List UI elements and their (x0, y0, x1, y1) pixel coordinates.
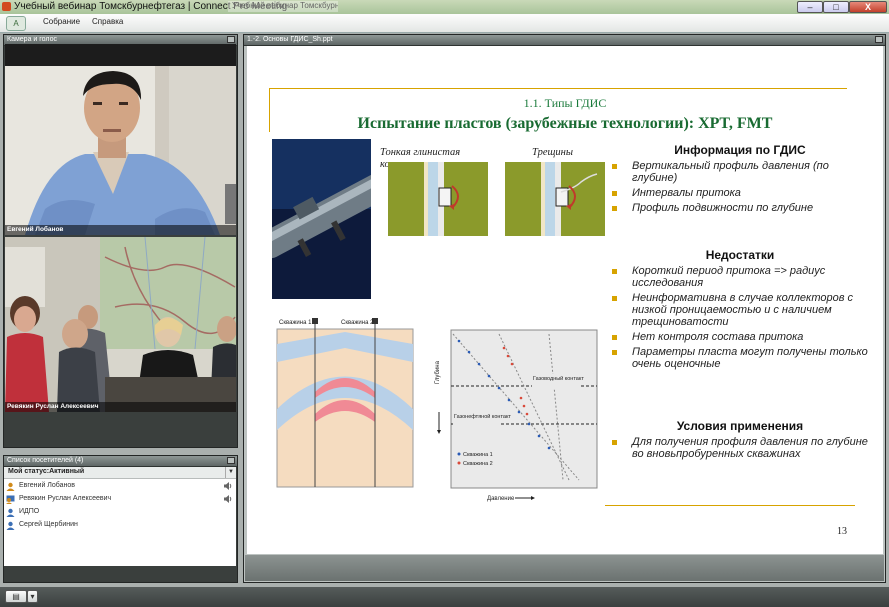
connect-logo-icon[interactable]: A (6, 16, 26, 31)
window-titlebar: Учебный вебинар Томскбурнефтегаз | Conne… (0, 0, 889, 15)
layout-icon[interactable]: ▤ (5, 590, 27, 603)
pod-options-icon[interactable] (227, 457, 235, 464)
video-frame-2 (5, 237, 236, 412)
pod-header: 1.-2. Основы ГДИС_Sh.ppt (244, 35, 885, 46)
background-tab[interactable]: Учебный вебинар Томскбурнефтегаз (228, 1, 338, 12)
bullet-item: Интервалы притока (605, 187, 875, 199)
well-label: Скважина 2 (341, 320, 374, 326)
bullet-item: Нет контроля состава притока (605, 331, 875, 343)
participant-icon (6, 508, 15, 517)
participant-icon (6, 521, 15, 530)
bullet-item: Неинформативна в случае коллекторов с ни… (605, 292, 875, 328)
slide-subtitle: 1.1. Типы ГДИС (523, 96, 607, 110)
bullet-item: Для получения профиля давления по глубин… (605, 436, 875, 460)
menu-item-help[interactable]: Справка (92, 17, 123, 26)
share-controls-bar (245, 555, 884, 581)
legend-entry: Скважина 1 (463, 452, 493, 458)
fractures-schematic (505, 162, 605, 236)
mudcake-schematic (388, 162, 488, 236)
speaker-icon (224, 495, 232, 503)
bottom-toolbar: ▤ ▾ (0, 587, 889, 607)
maximize-button[interactable]: □ (823, 1, 849, 13)
video-name-bar: Ревякин Руслан Алексеевич (5, 402, 236, 412)
conditions-section: Условия применения Для получения профиля… (605, 419, 875, 463)
presenter-icon (6, 495, 15, 504)
bullet-item: Вертикальный профиль давления (по глубин… (605, 160, 875, 184)
chevron-down-icon[interactable]: ▾ (27, 590, 38, 603)
bullet-item: Короткий период притока => радиус исслед… (605, 265, 875, 289)
attendee-name: Сергей Щербинин (19, 521, 78, 528)
video-feed-1: Евгений Лобанов (5, 44, 236, 235)
slide-title: Испытание пластов (зарубежные технологии… (357, 115, 773, 132)
slide-bottom-rule (605, 505, 855, 506)
attendee-name: Евгений Лобанов (19, 482, 76, 489)
menu-item-meeting[interactable]: Собрание (43, 17, 80, 26)
geological-section-diagram: Скважина 1 Скважина 2 (276, 318, 414, 488)
close-button[interactable]: X (849, 1, 887, 13)
y-axis-label: Глубина (435, 360, 441, 384)
pressure-depth-plot: Газоводный контакт Газонефтяной контакт … (435, 329, 598, 502)
attendee-row[interactable]: ИДПО (4, 506, 236, 519)
video-name-label: Евгений Лобанов (7, 226, 64, 233)
gas-water-contact-label: Газоводный контакт (533, 375, 584, 382)
speaker-icon (224, 482, 232, 490)
x-axis-label: Давление (487, 496, 515, 502)
gas-oil-contact-label: Газонефтяной контакт (454, 413, 511, 420)
bullet-item: Параметры пласта могут получены только о… (605, 346, 875, 370)
well-label: Скважина 1 (279, 320, 312, 326)
attendee-row[interactable]: Сергей Щербинин (4, 519, 236, 532)
video-feed-2: Ревякин Руслан Алексеевич (5, 237, 236, 412)
pod-title: Список посетителей (4) (7, 457, 84, 464)
section-heading: Информация по ГДИС (674, 143, 806, 157)
camera-voice-pod: Камера и голос Евгений Лобанов Ревякин Р… (3, 34, 238, 448)
fractures-caption: Трещины (532, 147, 573, 158)
drawbacks-section: Недостатки Короткий период притока => ра… (605, 248, 875, 373)
pod-title: 1.-2. Основы ГДИС_Sh.ppt (247, 36, 333, 43)
video-frame-1 (5, 66, 236, 235)
pod-title: Камера и голос (7, 36, 57, 43)
attendee-list: Мой статус:Активный ▼ Евгений Лобанов Ре… (4, 467, 236, 566)
section-heading: Условия применения (676, 419, 804, 433)
attendee-name: ИДПО (19, 508, 40, 515)
chevron-down-icon[interactable]: ▼ (225, 467, 236, 478)
my-status-label: Мой статус:Активный (8, 468, 85, 475)
presentation-slide: 1.1. Типы ГДИС Испытание пластов (зарубе… (247, 46, 883, 554)
bullet-item: Профиль подвижности по глубине (605, 202, 875, 214)
pod-options-icon[interactable] (875, 36, 883, 43)
info-section: Информация по ГДИС Вертикальный профиль … (605, 143, 875, 217)
attendee-row[interactable]: Евгений Лобанов (4, 480, 236, 493)
pod-header: Список посетителей (4) (4, 456, 237, 467)
minimize-button[interactable]: – (797, 1, 823, 13)
menu-bar: A Собрание Справка (0, 14, 889, 33)
app-icon (2, 2, 11, 11)
pod-options-icon[interactable] (227, 36, 235, 43)
video-name-label: Ревякин Руслан Алексеевич (7, 403, 99, 410)
section-heading: Недостатки (705, 248, 775, 262)
attendee-name: Ревякин Руслан Алексеевич (19, 495, 112, 502)
legend-entry: Скважина 2 (463, 461, 493, 467)
attendee-row[interactable]: Ревякин Руслан Алексеевич (4, 493, 236, 506)
formation-tester-photo (272, 139, 371, 299)
slide-top-rule (269, 88, 847, 89)
video-name-bar: Евгений Лобанов (5, 225, 236, 235)
slide-page-number: 13 (837, 526, 847, 537)
host-icon (6, 482, 15, 491)
my-status-dropdown[interactable]: Мой статус:Активный ▼ (4, 467, 236, 479)
